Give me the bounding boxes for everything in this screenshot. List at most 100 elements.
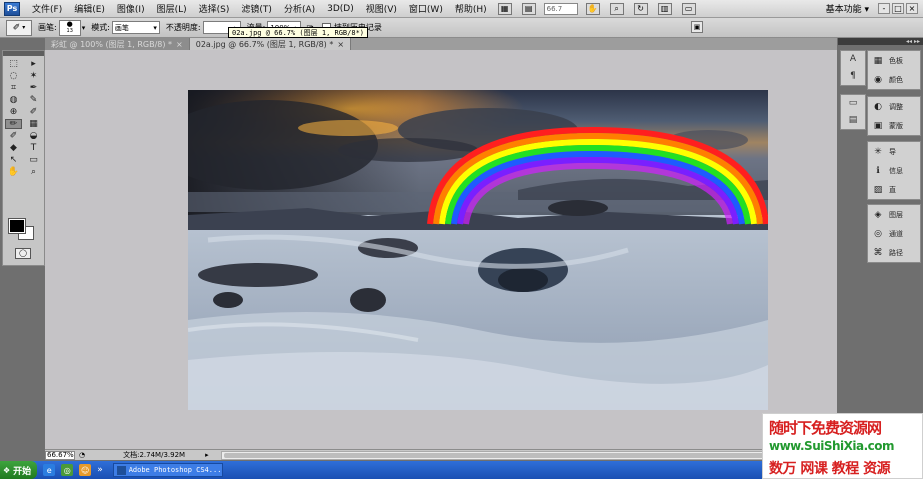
- photoshop-task-icon: [116, 465, 126, 475]
- zoom-tool-icon[interactable]: ⌕: [609, 2, 624, 15]
- menu-bar: Ps 文件(F) 编辑(E) 图像(I) 图层(L) 选择(S) 滤镜(T) 分…: [0, 0, 923, 18]
- tab-label: 02a.jpg @ 66.7% (图层 1, RGB/8) *: [195, 39, 334, 49]
- quick-launch-expand-icon[interactable]: »: [97, 465, 103, 475]
- type-tool-icon[interactable]: T: [25, 143, 42, 153]
- menu-analysis[interactable]: 分析(A): [278, 2, 321, 15]
- panel-info[interactable]: ℹ 信息: [868, 161, 920, 180]
- pen-tool-icon[interactable]: ◆: [5, 143, 22, 153]
- tool-preset-picker[interactable]: ✐ ▾: [6, 19, 32, 36]
- menu-file[interactable]: 文件(F): [26, 2, 68, 15]
- path-selection-tool-icon[interactable]: ↖: [5, 155, 22, 165]
- layers-channels-group: ◈ 图层 ◎ 通道 ⌘ 路径: [867, 204, 921, 263]
- task-label: Adobe Photoshop CS4...: [128, 466, 222, 474]
- zoom-level-field[interactable]: 66.7: [543, 2, 578, 15]
- dodge-tool-icon[interactable]: ◒: [25, 131, 42, 141]
- quick-mask-button[interactable]: ◯: [15, 248, 31, 259]
- panel-navigator[interactable]: ✳ 导: [868, 142, 920, 161]
- watermark-url: www.SuiShiXia.com: [769, 439, 895, 453]
- spot-healing-tool-icon[interactable]: ◍: [5, 95, 22, 105]
- horizontal-scrollbar[interactable]: [220, 450, 837, 460]
- seascape-rainbow-image: [188, 90, 768, 410]
- panel-color[interactable]: ◉ 颜色: [868, 70, 920, 89]
- color-icon: ◉: [874, 74, 882, 85]
- menu-edit[interactable]: 编辑(E): [68, 2, 111, 15]
- close-icon[interactable]: ×: [337, 40, 344, 49]
- panel-paths[interactable]: ⌘ 路径: [868, 243, 920, 262]
- minimize-button[interactable]: -: [878, 3, 890, 14]
- character-panel-group: A ¶: [840, 50, 866, 86]
- panel-label: 图层: [889, 210, 903, 219]
- panel-label: 蒙版: [889, 121, 903, 130]
- workspace-label: 基本功能 ▾: [825, 5, 869, 15]
- menu-filter[interactable]: 滤镜(T): [235, 2, 278, 15]
- eraser-tool-icon[interactable]: ✏: [5, 119, 22, 129]
- panel-dock: ◂◂ ▸▸ A ¶ ▭ ▤ ▦ 色板 ◉ 颜色 ◐ 调整 ▣ 蒙版 ✳ 导 ℹ 信息 ▨ 直 …: [838, 38, 923, 449]
- lasso-tool-icon[interactable]: ◌: [5, 71, 22, 81]
- clone-source-panel-icon[interactable]: ▤: [841, 112, 865, 129]
- canvas-area[interactable]: [45, 50, 837, 449]
- start-button[interactable]: ❖ 开始: [0, 461, 38, 479]
- hand-tool-icon[interactable]: ✋: [5, 167, 22, 177]
- tablet-pressure-icon[interactable]: ▣: [691, 21, 703, 33]
- menu-image[interactable]: 图像(I): [111, 2, 151, 15]
- menu-layer[interactable]: 图层(L): [151, 2, 193, 15]
- screen-mode-icon[interactable]: ▭: [681, 2, 696, 15]
- menu-window[interactable]: 窗口(W): [403, 2, 449, 15]
- crop-tool-icon[interactable]: ⌗: [5, 83, 22, 93]
- magic-wand-tool-icon[interactable]: ✶: [25, 71, 42, 81]
- panel-adjustments[interactable]: ◐ 调整: [868, 97, 920, 116]
- status-info-icon[interactable]: ◔: [79, 451, 85, 459]
- panel-histogram[interactable]: ▨ 直: [868, 180, 920, 199]
- clone-stamp-tool-icon[interactable]: ⊕: [5, 107, 22, 117]
- maximize-button[interactable]: □: [892, 3, 904, 14]
- brush-dropdown-icon[interactable]: ▾: [82, 24, 86, 32]
- character-panel-icon[interactable]: A: [841, 51, 865, 68]
- paragraph-panel-icon[interactable]: ¶: [841, 68, 865, 85]
- close-button[interactable]: ×: [906, 3, 918, 14]
- panel-layers[interactable]: ◈ 图层: [868, 205, 920, 224]
- media-player-icon[interactable]: ◎: [61, 464, 74, 476]
- foreground-color-swatch[interactable]: [8, 218, 26, 234]
- tab-02a[interactable]: 02a.jpg @ 66.7% (图层 1, RGB/8) * ×: [189, 38, 352, 50]
- menu-3d[interactable]: 3D(D): [321, 4, 360, 14]
- mode-value: 画笔: [114, 23, 129, 32]
- shape-tool-icon[interactable]: ▭: [25, 155, 42, 165]
- dock-collapse-bar[interactable]: ◂◂ ▸▸: [838, 38, 923, 45]
- zoom-tool-icon[interactable]: ⌕: [25, 167, 42, 177]
- watermark-tagline: 数万 网课 教程 资源: [769, 461, 891, 477]
- view-extras-icon[interactable]: ▤: [521, 2, 536, 15]
- panel-masks[interactable]: ▣ 蒙版: [868, 116, 920, 135]
- taskbar-photoshop-button[interactable]: Adobe Photoshop CS4...: [112, 463, 223, 477]
- eyedropper-tool-icon[interactable]: ✒: [25, 83, 42, 93]
- gradient-tool-icon[interactable]: ▦: [25, 119, 42, 129]
- start-label: 开始: [13, 466, 32, 477]
- messenger-icon[interactable]: ☺: [79, 464, 92, 476]
- bridge-icon[interactable]: ▦: [497, 2, 512, 15]
- hand-tool-icon[interactable]: ✋: [585, 2, 600, 15]
- ie-icon[interactable]: e: [43, 464, 56, 476]
- rotate-view-icon[interactable]: ↻: [633, 2, 648, 15]
- status-zoom-field[interactable]: 66.67%: [45, 450, 75, 460]
- document-size: 文档:2.74M/3.92M: [123, 451, 186, 459]
- arrange-documents-icon[interactable]: ▥: [657, 2, 672, 15]
- panel-label: 导: [889, 147, 896, 156]
- menu-select[interactable]: 选择(S): [193, 2, 236, 15]
- mode-select[interactable]: 画笔 ▾: [111, 21, 160, 34]
- workspace-switcher[interactable]: 基本功能 ▾ - □ ×: [822, 2, 923, 15]
- panel-channels[interactable]: ◎ 通道: [868, 224, 920, 243]
- menu-view[interactable]: 视图(V): [360, 2, 403, 15]
- history-brush-tool-icon[interactable]: ✐: [25, 107, 42, 117]
- tab-rainbow[interactable]: 彩虹 @ 100% (图层 1, RGB/8) * ×: [45, 38, 190, 50]
- close-icon[interactable]: ×: [176, 40, 183, 49]
- brushes-panel-icon[interactable]: ▭: [841, 95, 865, 112]
- status-menu-arrow[interactable]: ▸: [205, 451, 209, 459]
- document-image[interactable]: [188, 90, 768, 410]
- marquee-tool-icon[interactable]: ⬚: [5, 59, 22, 69]
- menu-help[interactable]: 帮助(H): [449, 2, 493, 15]
- brush-label: 画笔:: [38, 23, 57, 32]
- brush-tool-icon[interactable]: ✎: [25, 95, 42, 105]
- panel-swatches[interactable]: ▦ 色板: [868, 51, 920, 70]
- move-tool-icon[interactable]: ▸: [25, 59, 42, 69]
- brush-picker[interactable]: ● 13: [58, 19, 81, 36]
- blur-tool-icon[interactable]: ✐: [5, 131, 22, 141]
